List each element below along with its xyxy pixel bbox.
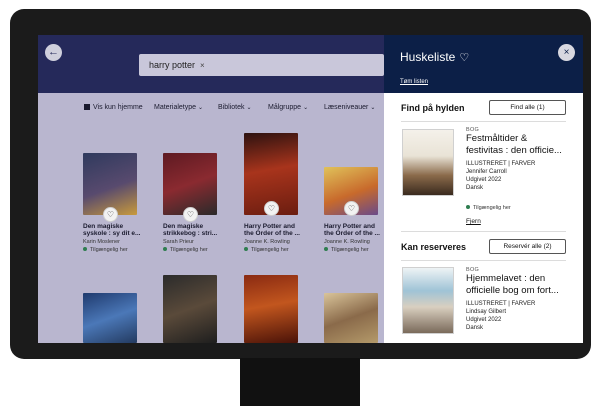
close-button[interactable]: × xyxy=(558,44,575,61)
item-meta: ILLUSTRERET | FARVER Jennifer Carroll Ud… xyxy=(466,161,536,191)
availability-status: Tilgængelig her xyxy=(244,247,306,253)
card-title[interactable]: Harry Potter and the Order of the ... xyxy=(324,223,386,237)
find-all-button[interactable]: Find alle (1) xyxy=(489,100,566,115)
heart-icon[interactable]: ♡ xyxy=(183,207,198,222)
card-author: Joanne K. Rowling xyxy=(244,239,290,245)
search-app: ← harry potter × Vis kun hjemme Materiale… xyxy=(38,35,384,343)
availability-status: Tilgængelig her xyxy=(163,247,225,253)
screen: ← harry potter × Vis kun hjemme Materiale… xyxy=(38,35,583,343)
chevron-down-icon: ⌄ xyxy=(370,105,376,111)
monitor-stand xyxy=(240,358,360,406)
card-title[interactable]: Den magiske syskole : sy dit e... xyxy=(83,223,145,237)
show-home-checkbox[interactable]: Vis kun hjemme xyxy=(84,104,143,111)
search-query: harry potter xyxy=(149,60,196,70)
heart-outline-icon: ♡ xyxy=(459,52,470,64)
card-title[interactable]: Den magiske strikkebog : stri... xyxy=(163,223,225,237)
filter-material-type[interactable]: Materialetype ⌄ xyxy=(154,104,203,111)
available-dot-icon xyxy=(83,247,87,251)
heart-icon[interactable]: ♡ xyxy=(264,201,279,216)
available-dot-icon xyxy=(324,247,328,251)
book-cover[interactable] xyxy=(163,275,217,343)
book-cover[interactable] xyxy=(402,267,454,334)
filter-reading-level[interactable]: Læseniveauer ⌄ xyxy=(324,104,375,111)
section-heading-on-shelf: Find på hylden xyxy=(401,103,465,113)
clear-list-link[interactable]: Tøm listen xyxy=(400,79,428,85)
book-cover[interactable] xyxy=(324,293,378,343)
item-title[interactable]: Festmåltider & festivitas : den officie..… xyxy=(466,133,566,157)
clear-search-icon[interactable]: × xyxy=(200,61,205,70)
wishlist-panel: Huskeliste ♡ × Tøm listen Find på hylden … xyxy=(384,35,583,343)
book-cover[interactable] xyxy=(244,275,298,343)
available-dot-icon xyxy=(466,205,470,209)
item-title[interactable]: Hjemmelavet : den officielle bog om fort.… xyxy=(466,273,566,297)
card-author: Joanne K. Rowling xyxy=(324,239,370,245)
availability-status: Tilgængelig her xyxy=(466,205,511,211)
item-meta: ILLUSTRERET | FARVER Lindsay Gilbert Udg… xyxy=(466,301,536,331)
filter-bar: Vis kun hjemme Materialetype ⌄ Bibliotek ⌄… xyxy=(38,93,384,123)
availability-status: Tilgængelig her xyxy=(324,247,386,253)
available-dot-icon xyxy=(244,247,248,251)
card-title[interactable]: Harry Potter and the Order of the ... xyxy=(244,223,306,237)
heart-icon[interactable]: ♡ xyxy=(344,201,359,216)
chevron-down-icon: ⌄ xyxy=(198,105,204,111)
chevron-down-icon: ⌄ xyxy=(303,105,309,111)
availability-status: Tilgængelig her xyxy=(83,247,145,253)
section-heading-reservable: Kan reserveres xyxy=(401,242,467,252)
divider xyxy=(401,121,566,122)
book-cover[interactable] xyxy=(83,153,137,215)
filter-target-group[interactable]: Målgruppe ⌄ xyxy=(268,104,308,111)
divider xyxy=(401,231,566,232)
checkbox-checked-icon xyxy=(84,104,90,110)
book-cover[interactable] xyxy=(83,293,137,343)
card-author: Sarah Prieur xyxy=(163,239,194,245)
search-input[interactable]: harry potter × xyxy=(139,54,384,76)
heart-icon[interactable]: ♡ xyxy=(103,207,118,222)
divider xyxy=(401,260,566,261)
app-header: ← harry potter × xyxy=(38,35,384,93)
back-button[interactable]: ← xyxy=(45,44,62,61)
book-cover[interactable] xyxy=(402,129,454,196)
remove-link[interactable]: Fjern xyxy=(466,218,481,225)
available-dot-icon xyxy=(163,247,167,251)
reserve-all-button[interactable]: Reservér alle (2) xyxy=(489,239,566,254)
panel-header: Huskeliste ♡ × Tøm listen xyxy=(384,35,583,93)
card-author: Karin Moslener xyxy=(83,239,120,245)
chevron-down-icon: ⌄ xyxy=(246,105,252,111)
panel-title: Huskeliste ♡ xyxy=(400,50,470,64)
monitor-frame: ← harry potter × Vis kun hjemme Materiale… xyxy=(10,9,591,359)
book-cover[interactable] xyxy=(163,153,217,215)
filter-library[interactable]: Bibliotek ⌄ xyxy=(218,104,252,111)
